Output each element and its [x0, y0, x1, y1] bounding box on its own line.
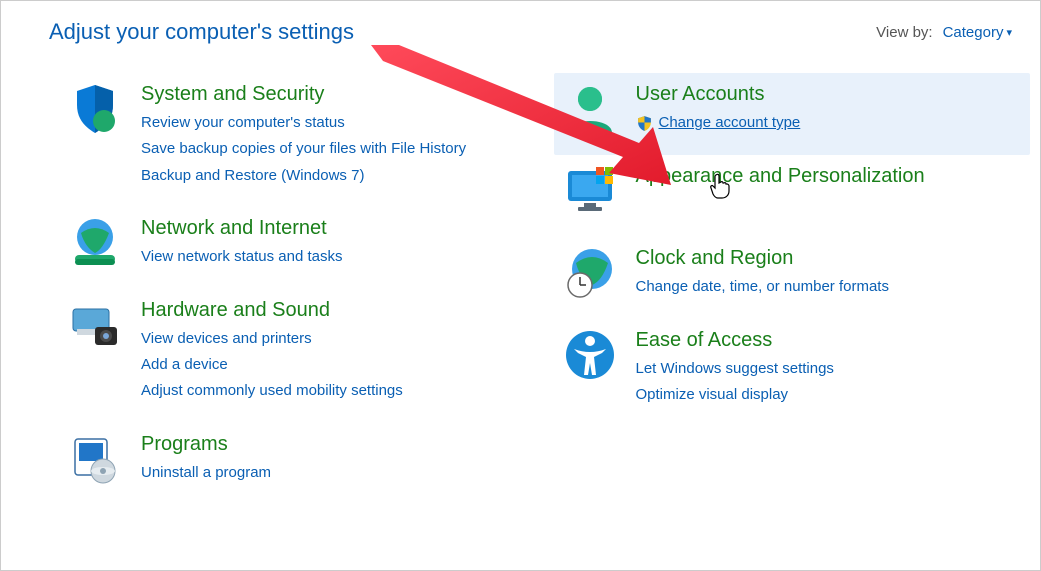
link-network-status[interactable]: View network status and tasks: [141, 244, 343, 270]
programs-icon: [67, 431, 123, 487]
link-file-history[interactable]: Save backup copies of your files with Fi…: [141, 136, 466, 162]
category-title[interactable]: Network and Internet: [141, 217, 343, 240]
category-network-internet[interactable]: Network and Internet View network status…: [59, 207, 536, 289]
category-appearance-personalization[interactable]: Appearance and Personalization: [554, 155, 1031, 237]
category-title[interactable]: Clock and Region: [636, 247, 889, 270]
link-windows-suggest[interactable]: Let Windows suggest settings: [636, 356, 834, 382]
page-title: Adjust your computer's settings: [49, 19, 354, 45]
link-review-status[interactable]: Review your computer's status: [141, 110, 466, 136]
category-title[interactable]: User Accounts: [636, 83, 801, 106]
uac-shield-icon: [636, 115, 653, 132]
category-user-accounts[interactable]: User Accounts Change account type: [554, 73, 1031, 155]
user-icon: [562, 81, 618, 137]
shield-icon: [67, 81, 123, 137]
globe-clock-icon: [562, 245, 618, 301]
link-change-date-time[interactable]: Change date, time, or number formats: [636, 274, 889, 300]
category-clock-region[interactable]: Clock and Region Change date, time, or n…: [554, 237, 1031, 319]
link-change-account-type[interactable]: Change account type: [636, 110, 801, 136]
monitor-icon: [562, 163, 618, 219]
link-add-device[interactable]: Add a device: [141, 352, 403, 378]
category-title[interactable]: Appearance and Personalization: [636, 165, 925, 188]
accessibility-icon: [562, 327, 618, 383]
category-title[interactable]: System and Security: [141, 83, 466, 106]
category-ease-of-access[interactable]: Ease of Access Let Windows suggest setti…: [554, 319, 1031, 427]
link-mobility-settings[interactable]: Adjust commonly used mobility settings: [141, 378, 403, 404]
link-label: Change account type: [659, 110, 801, 136]
link-uninstall-program[interactable]: Uninstall a program: [141, 460, 271, 486]
category-hardware-sound[interactable]: Hardware and Sound View devices and prin…: [59, 289, 536, 423]
category-title[interactable]: Hardware and Sound: [141, 299, 403, 322]
view-by-group: View by: Category: [876, 24, 1012, 41]
globe-icon: [67, 215, 123, 271]
link-backup-restore[interactable]: Backup and Restore (Windows 7): [141, 163, 466, 189]
category-title[interactable]: Ease of Access: [636, 329, 834, 352]
category-system-security[interactable]: System and Security Review your computer…: [59, 73, 536, 207]
category-programs[interactable]: Programs Uninstall a program: [59, 423, 536, 505]
view-by-dropdown[interactable]: Category: [943, 24, 1012, 41]
category-title[interactable]: Programs: [141, 433, 271, 456]
printer-camera-icon: [67, 297, 123, 353]
view-by-label: View by:: [876, 24, 932, 41]
link-devices-printers[interactable]: View devices and printers: [141, 326, 403, 352]
link-optimize-display[interactable]: Optimize visual display: [636, 382, 834, 408]
